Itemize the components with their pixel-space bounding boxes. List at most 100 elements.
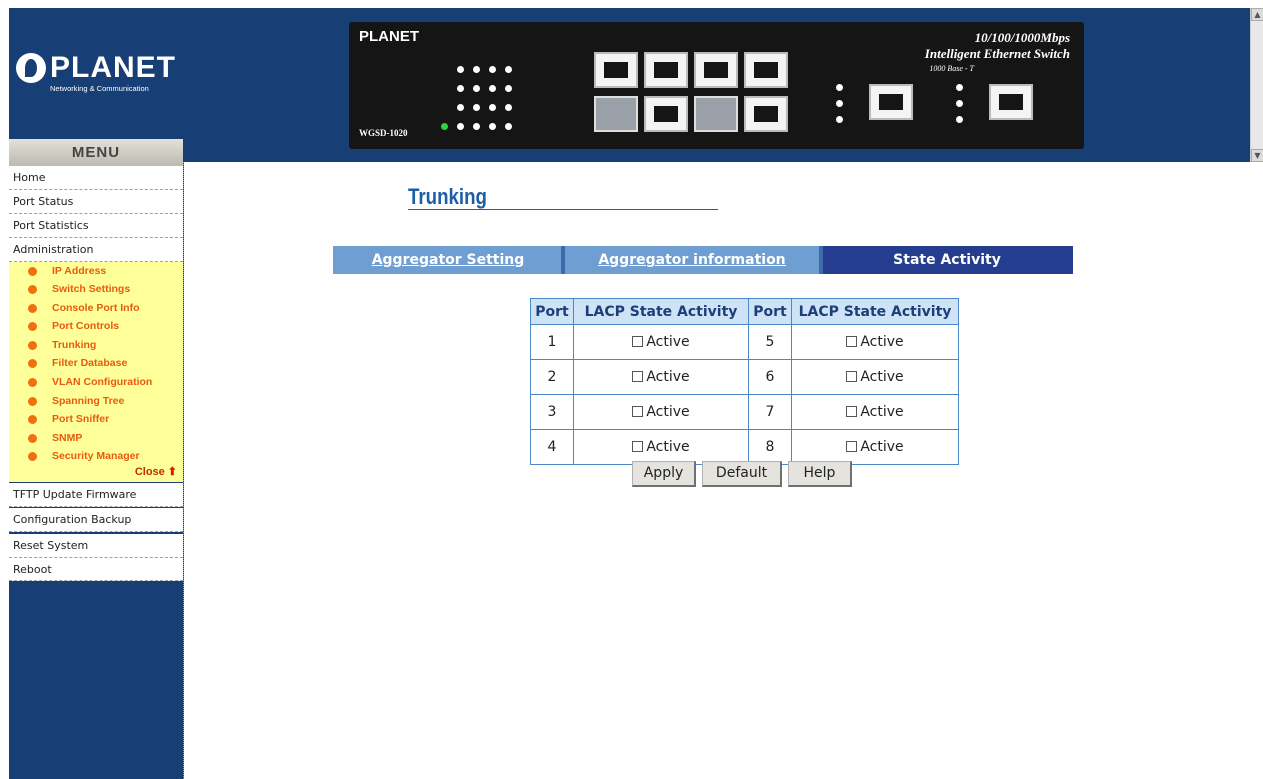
- submenu-item-vlan-configuration[interactable]: VLAN Configuration: [9, 373, 183, 391]
- checkbox[interactable]: [846, 336, 858, 347]
- logo-tagline: Networking & Communication: [50, 84, 149, 93]
- submenu-item-port-controls[interactable]: Port Controls: [9, 317, 183, 335]
- ethernet-port-icon: [744, 96, 788, 132]
- submenu-item-label: Port Controls: [52, 320, 120, 332]
- submenu-item-filter-database[interactable]: Filter Database: [9, 354, 183, 372]
- checkbox[interactable]: [632, 406, 644, 417]
- header-banner: PLANET WGSD-1020 10/100/1000Mbps Intelli…: [183, 8, 1250, 162]
- table-row: 3 Active 7 Active: [530, 394, 959, 430]
- bullet-icon: [28, 267, 37, 276]
- apply-button[interactable]: Apply: [632, 461, 696, 487]
- bullet-icon: [28, 415, 37, 424]
- device-title-speed: 10/100/1000Mbps: [974, 30, 1070, 45]
- vertical-scrollbar[interactable]: ▲ ▼: [1250, 8, 1263, 779]
- submenu-item-trunking[interactable]: Trunking: [9, 336, 183, 354]
- active-checkbox-cell[interactable]: Active: [791, 429, 959, 465]
- ethernet-port-icon: [694, 52, 738, 88]
- ethernet-port-icon: [744, 52, 788, 88]
- table-row: 1 Active 5 Active: [530, 324, 959, 360]
- bullet-icon: [28, 322, 37, 331]
- active-checkbox-cell[interactable]: Active: [573, 324, 749, 360]
- led-icon: [956, 100, 963, 107]
- menu-item-port-statistics[interactable]: Port Statistics: [9, 214, 183, 238]
- checkbox-label: Active: [646, 404, 690, 420]
- led-icon: [956, 116, 963, 123]
- planet-logo-icon: [16, 53, 46, 83]
- checkbox[interactable]: [846, 441, 858, 452]
- default-button[interactable]: Default: [702, 461, 782, 487]
- led-icon: [956, 84, 963, 91]
- scroll-up-arrow-icon[interactable]: ▲: [1251, 8, 1263, 21]
- tab-aggregator-information[interactable]: Aggregator information: [563, 246, 821, 274]
- active-checkbox-cell[interactable]: Active: [573, 394, 749, 430]
- led-icon: [457, 123, 464, 130]
- bullet-icon: [28, 359, 37, 368]
- active-checkbox-cell[interactable]: Active: [573, 359, 749, 395]
- bullet-icon: [28, 285, 37, 294]
- device-title-name: Intelligent Ethernet Switch: [924, 46, 1070, 61]
- led-icon: [473, 123, 480, 130]
- ethernet-port-icon: [594, 52, 638, 88]
- ethernet-port-icon: [869, 84, 913, 120]
- led-icon: [457, 104, 464, 111]
- submenu-item-console-port-info[interactable]: Console Port Info: [9, 299, 183, 317]
- led-icon: [505, 66, 512, 73]
- checkbox[interactable]: [632, 441, 644, 452]
- column-header-port: Port: [748, 298, 792, 325]
- submenu-item-port-sniffer[interactable]: Port Sniffer: [9, 410, 183, 428]
- scrollbar-track[interactable]: ▲ ▼: [1250, 8, 1263, 162]
- menu-item-reboot[interactable]: Reboot: [9, 558, 183, 581]
- port-number: 6: [748, 359, 792, 395]
- checkbox-label: Active: [860, 404, 904, 420]
- menu-item-reset-system[interactable]: Reset System: [9, 534, 183, 558]
- scroll-down-arrow-icon[interactable]: ▼: [1251, 149, 1263, 162]
- checkbox[interactable]: [632, 371, 644, 382]
- checkbox[interactable]: [846, 371, 858, 382]
- submenu-item-label: Spanning Tree: [52, 395, 125, 407]
- switch-front-panel-image: PLANET WGSD-1020 10/100/1000Mbps Intelli…: [349, 22, 1084, 149]
- menu-item-home[interactable]: Home: [9, 166, 183, 190]
- bullet-icon: [28, 341, 37, 350]
- ethernet-port-icon: [644, 52, 688, 88]
- submenu-item-ip-address[interactable]: IP Address: [9, 262, 183, 280]
- title-underline: [408, 209, 718, 210]
- menu-item-configuration-backup[interactable]: Configuration Backup: [9, 508, 183, 532]
- active-checkbox-cell[interactable]: Active: [573, 429, 749, 465]
- menu-item-administration[interactable]: Administration: [9, 238, 183, 262]
- led-icon: [489, 104, 496, 111]
- device-subtitle: 1000 Base - T: [929, 64, 974, 73]
- checkbox[interactable]: [632, 336, 644, 347]
- submenu-close-button[interactable]: Close ⬆: [135, 465, 177, 478]
- bullet-icon: [28, 452, 37, 461]
- active-checkbox-cell[interactable]: Active: [791, 394, 959, 430]
- menu-item-port-status[interactable]: Port Status: [9, 190, 183, 214]
- device-logo: PLANET: [359, 28, 419, 45]
- port-number: 1: [530, 324, 574, 360]
- checkbox-label: Active: [646, 439, 690, 455]
- led-icon: [473, 104, 480, 111]
- led-icon: [457, 85, 464, 92]
- checkbox[interactable]: [846, 406, 858, 417]
- led-icon: [505, 104, 512, 111]
- submenu-item-label: Security Manager: [52, 450, 140, 462]
- tab-state-activity[interactable]: State Activity: [821, 246, 1073, 274]
- led-icon: [489, 66, 496, 73]
- port-number: 7: [748, 394, 792, 430]
- port-number: 3: [530, 394, 574, 430]
- submenu-item-snmp[interactable]: SNMP: [9, 429, 183, 447]
- tab-aggregator-setting[interactable]: Aggregator Setting: [333, 246, 563, 274]
- active-checkbox-cell[interactable]: Active: [791, 359, 959, 395]
- submenu-item-spanning-tree[interactable]: Spanning Tree: [9, 392, 183, 410]
- active-checkbox-cell[interactable]: Active: [791, 324, 959, 360]
- submenu-item-security-manager[interactable]: Security Manager: [9, 447, 183, 465]
- help-button[interactable]: Help: [788, 461, 852, 487]
- submenu-item-label: Port Sniffer: [52, 413, 110, 425]
- led-icon: [505, 123, 512, 130]
- led-icon: [489, 123, 496, 130]
- led-icon: [836, 100, 843, 107]
- up-arrow-icon: ⬆: [167, 466, 177, 478]
- menu-item-tftp-update-firmware[interactable]: TFTP Update Firmware: [9, 483, 183, 507]
- led-icon: [505, 85, 512, 92]
- administration-submenu: IP Address Switch Settings Console Port …: [9, 262, 183, 482]
- submenu-item-switch-settings[interactable]: Switch Settings: [9, 280, 183, 298]
